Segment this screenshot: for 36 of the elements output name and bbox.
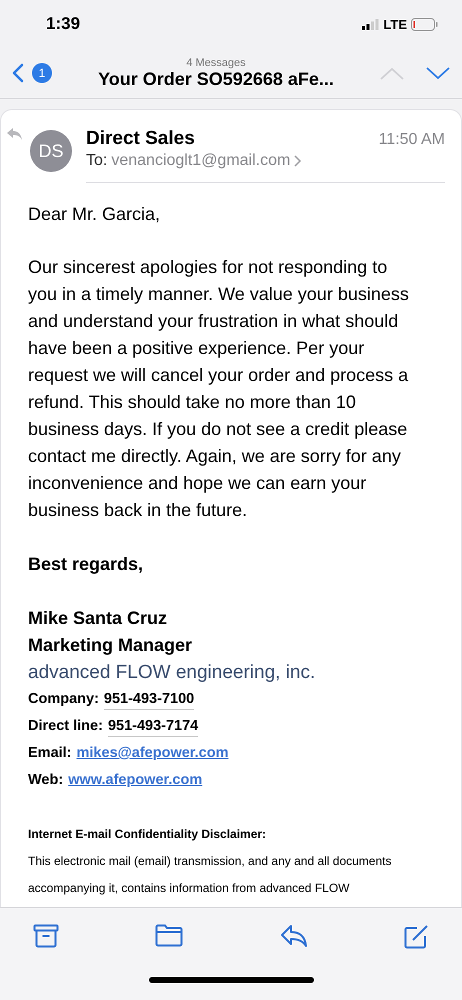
reply-icon[interactable] — [280, 924, 308, 948]
contact-label: Web: — [28, 771, 64, 790]
phone-number[interactable]: 951-493-7174 — [108, 716, 198, 737]
to-label: To: — [86, 152, 108, 170]
signature-name: Mike Santa Cruz — [28, 607, 168, 630]
company-name: advanced FLOW engineering, inc. — [28, 661, 316, 685]
chevron-right-icon[interactable] — [294, 155, 302, 167]
email-subject: Your Order SO592668 aFe... — [98, 68, 334, 90]
message-time: 11:50 AM — [378, 131, 445, 149]
greeting: Dear Mr. Garcia, — [28, 203, 162, 226]
network-label: LTE — [383, 16, 407, 32]
signal-icon — [362, 18, 380, 30]
contact-link[interactable]: www.afepower.com — [68, 767, 202, 794]
reply-icon — [7, 128, 22, 140]
message-body: Our sincerest apologies for not responding to you in a timely manner. We value your business and understand your frustration in what should have been a positive experience. Per your request we will cancel your order and process a refund. This should take no more than 10 business days. If you do not see a credit please contact me directly. Again, we are sorry for any inconvenience and hope we can earn your business back in the future. — [28, 256, 410, 522]
folder-icon[interactable] — [155, 924, 184, 947]
compose-icon[interactable] — [404, 924, 430, 949]
archive-icon[interactable] — [33, 924, 59, 948]
contact-label: Direct line: — [28, 717, 103, 736]
phone-number[interactable]: 951-493-7100 — [104, 689, 194, 710]
closing: Best regards, — [28, 553, 144, 576]
sender-name: Direct Sales — [86, 128, 195, 150]
contact-label: Email: — [28, 744, 72, 763]
avatar: DS — [30, 130, 72, 172]
back-icon[interactable] — [12, 63, 24, 83]
contact-label: Company: — [28, 690, 99, 709]
clock-time: 1:39 — [46, 14, 80, 34]
unread-badge: 1 — [32, 63, 52, 83]
battery-icon — [411, 18, 438, 30]
chevron-down-icon[interactable] — [426, 66, 450, 80]
disclaimer-title: Internet E-mail Confidentiality Disclaimer: — [28, 826, 268, 843]
recipient-address[interactable]: venancioglt1@gmail.com — [111, 152, 290, 170]
message-count: 4 Messages — [186, 56, 246, 68]
contact-link[interactable]: mikes@afepower.com — [76, 740, 228, 767]
disclaimer-text: This electronic mail (email) transmission, and any and all documents accompanying it, contains information from advanced FLOW — [28, 853, 392, 897]
signature-title: Marketing Manager — [28, 634, 194, 657]
